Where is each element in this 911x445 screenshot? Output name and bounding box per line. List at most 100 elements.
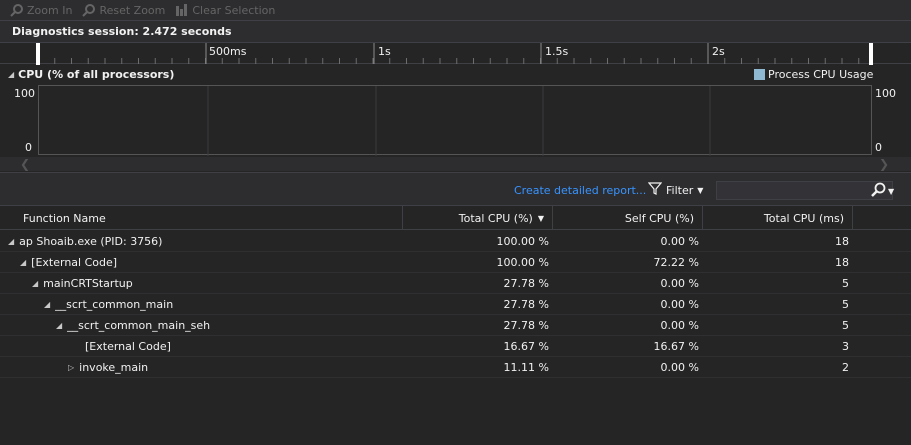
- column-header-total-cpu-ms[interactable]: Total CPU (ms): [703, 206, 853, 230]
- table-row[interactable]: ◢ __scrt_common_main_seh 27.78 % 0.00 % 5: [0, 315, 911, 336]
- self-cpu-cell: 0.00 %: [660, 361, 699, 374]
- y-axis-max-left: 100: [14, 87, 35, 100]
- total-cpu-cell: 27.78 %: [503, 298, 549, 311]
- function-name: __scrt_common_main_seh: [67, 319, 211, 332]
- collapse-icon[interactable]: ◢: [32, 279, 38, 288]
- session-duration: Diagnostics session: 2.472 seconds: [12, 25, 232, 38]
- ruler-ticks: [37, 43, 860, 64]
- selection-end-handle[interactable]: [869, 43, 873, 65]
- expand-icon[interactable]: ▷: [68, 363, 74, 372]
- search-button[interactable]: ▼: [870, 182, 900, 201]
- cpu-legend: Process CPU Usage: [754, 68, 873, 81]
- cpu-graph-header: ◢ CPU (% of all processors) Process CPU …: [0, 66, 911, 84]
- reset-zoom-button[interactable]: Reset Zoom: [82, 3, 165, 17]
- total-cpu-cell: 27.78 %: [503, 319, 549, 332]
- function-name-cell: ▷ invoke_main: [68, 357, 148, 378]
- function-name-cell: ◢ mainCRTStartup: [32, 273, 133, 294]
- legend-label: Process CPU Usage: [768, 68, 874, 81]
- total-cpu-ms-cell: 5: [842, 319, 849, 332]
- scroll-right-icon[interactable]: ❯: [879, 157, 889, 171]
- cpu-usage-plot[interactable]: [38, 85, 872, 156]
- selection-start-handle[interactable]: [36, 43, 40, 65]
- collapse-icon[interactable]: ◢: [44, 300, 50, 309]
- self-cpu-cell: 0.00 %: [660, 235, 699, 248]
- total-cpu-cell: 11.11 %: [503, 361, 549, 374]
- column-header-self-cpu[interactable]: Self CPU (%): [553, 206, 703, 230]
- self-cpu-cell: 0.00 %: [660, 277, 699, 290]
- function-name-cell: ◢ __scrt_common_main: [44, 294, 173, 315]
- function-name: invoke_main: [79, 361, 149, 374]
- search-input[interactable]: [716, 181, 893, 200]
- toolbar: Zoom In Reset Zoom Clear Selection: [0, 0, 911, 20]
- sort-descending-icon: ▼: [537, 213, 544, 223]
- table-row[interactable]: ◢ ap Shoaib.exe (PID: 3756) 100.00 % 0.00 %…: [0, 231, 911, 252]
- collapse-icon[interactable]: ◢: [8, 237, 14, 246]
- ruler-tick-label: 1s: [378, 45, 391, 58]
- collapse-icon[interactable]: ◢: [56, 321, 62, 330]
- y-axis-min-left: 0: [25, 141, 32, 154]
- total-cpu-cell: 16.67 %: [503, 340, 549, 353]
- graph-horizontal-scrollbar[interactable]: ❮ ❯: [0, 157, 911, 171]
- total-cpu-cell: 100.00 %: [496, 256, 549, 269]
- zoom-in-button[interactable]: Zoom In: [10, 3, 72, 17]
- table-row[interactable]: ◢ __scrt_common_main 27.78 % 0.00 % 5: [0, 294, 911, 315]
- filter-icon: [647, 182, 663, 198]
- timeline-ruler[interactable]: 500ms 1s 1.5s 2s: [0, 42, 911, 65]
- column-header-label: Total CPU (ms): [763, 211, 844, 225]
- total-cpu-ms-cell: 5: [842, 298, 849, 311]
- function-name: mainCRTStartup: [43, 277, 133, 290]
- chevron-down-icon: ▼: [888, 186, 895, 196]
- plot-gridlines: [207, 86, 711, 156]
- search-icon: [870, 182, 886, 201]
- scroll-left-icon[interactable]: ❮: [20, 157, 30, 171]
- table-row[interactable]: ▷ invoke_main 11.11 % 0.00 % 2: [0, 357, 911, 378]
- column-header-label: Total CPU (%): [458, 211, 533, 225]
- ruler-tick-label: 500ms: [209, 45, 247, 58]
- column-header-label: Function Name: [23, 211, 106, 225]
- function-name: __scrt_common_main: [55, 298, 174, 311]
- create-report-link[interactable]: Create detailed report...: [514, 184, 646, 197]
- zoom-in-icon: [10, 3, 24, 17]
- total-cpu-cell: 100.00 %: [496, 235, 549, 248]
- column-header-label: Self CPU (%): [624, 211, 694, 225]
- total-cpu-ms-cell: 18: [835, 256, 849, 269]
- column-header-function-name[interactable]: Function Name: [0, 206, 403, 230]
- self-cpu-cell: 72.22 %: [653, 256, 699, 269]
- call-tree-table: Function Name Total CPU (%) ▼ Self CPU (…: [0, 205, 911, 445]
- self-cpu-cell: 0.00 %: [660, 319, 699, 332]
- y-axis-max-right: 100: [875, 87, 896, 100]
- total-cpu-ms-cell: 5: [842, 277, 849, 290]
- function-name: ap Shoaib.exe (PID: 3756): [19, 235, 163, 248]
- collapse-icon[interactable]: ◢: [8, 70, 14, 79]
- y-axis-min-right: 0: [875, 141, 882, 154]
- table-row[interactable]: [External Code] 16.67 % 16.67 % 3: [0, 336, 911, 357]
- chevron-down-icon: ▼: [697, 185, 704, 195]
- total-cpu-ms-cell: 2: [842, 361, 849, 374]
- total-cpu-ms-cell: 3: [842, 340, 849, 353]
- cpu-graph-title[interactable]: ◢ CPU (% of all processors): [8, 68, 174, 81]
- table-row[interactable]: ◢ [External Code] 100.00 % 72.22 % 18: [0, 252, 911, 273]
- clear-selection-icon: [175, 3, 189, 17]
- filter-label: Filter: [666, 183, 694, 197]
- total-cpu-ms-cell: 18: [835, 235, 849, 248]
- legend-swatch: [754, 69, 765, 80]
- self-cpu-cell: 16.67 %: [653, 340, 699, 353]
- function-name: [External Code]: [31, 256, 118, 269]
- ruler-tick-label: 2s: [712, 45, 725, 58]
- reset-zoom-icon: [82, 3, 96, 17]
- clear-selection-button[interactable]: Clear Selection: [175, 3, 275, 17]
- function-name-cell: ◢ ap Shoaib.exe (PID: 3756): [8, 231, 162, 252]
- function-name-cell: ◢ [External Code]: [20, 252, 117, 273]
- function-name-cell: [External Code]: [80, 336, 171, 357]
- session-header: Diagnostics session: 2.472 seconds: [0, 20, 911, 42]
- collapse-icon[interactable]: ◢: [20, 258, 26, 267]
- clear-selection-label: Clear Selection: [192, 3, 276, 17]
- ruler-tick-label: 1.5s: [545, 45, 569, 58]
- filter-button[interactable]: Filter ▼: [647, 182, 704, 198]
- column-header-total-cpu[interactable]: Total CPU (%) ▼: [403, 206, 553, 230]
- zoom-in-label: Zoom In: [27, 3, 73, 17]
- total-cpu-cell: 27.78 %: [503, 277, 549, 290]
- table-row[interactable]: ◢ mainCRTStartup 27.78 % 0.00 % 5: [0, 273, 911, 294]
- function-name-cell: ◢ __scrt_common_main_seh: [56, 315, 210, 336]
- self-cpu-cell: 0.00 %: [660, 298, 699, 311]
